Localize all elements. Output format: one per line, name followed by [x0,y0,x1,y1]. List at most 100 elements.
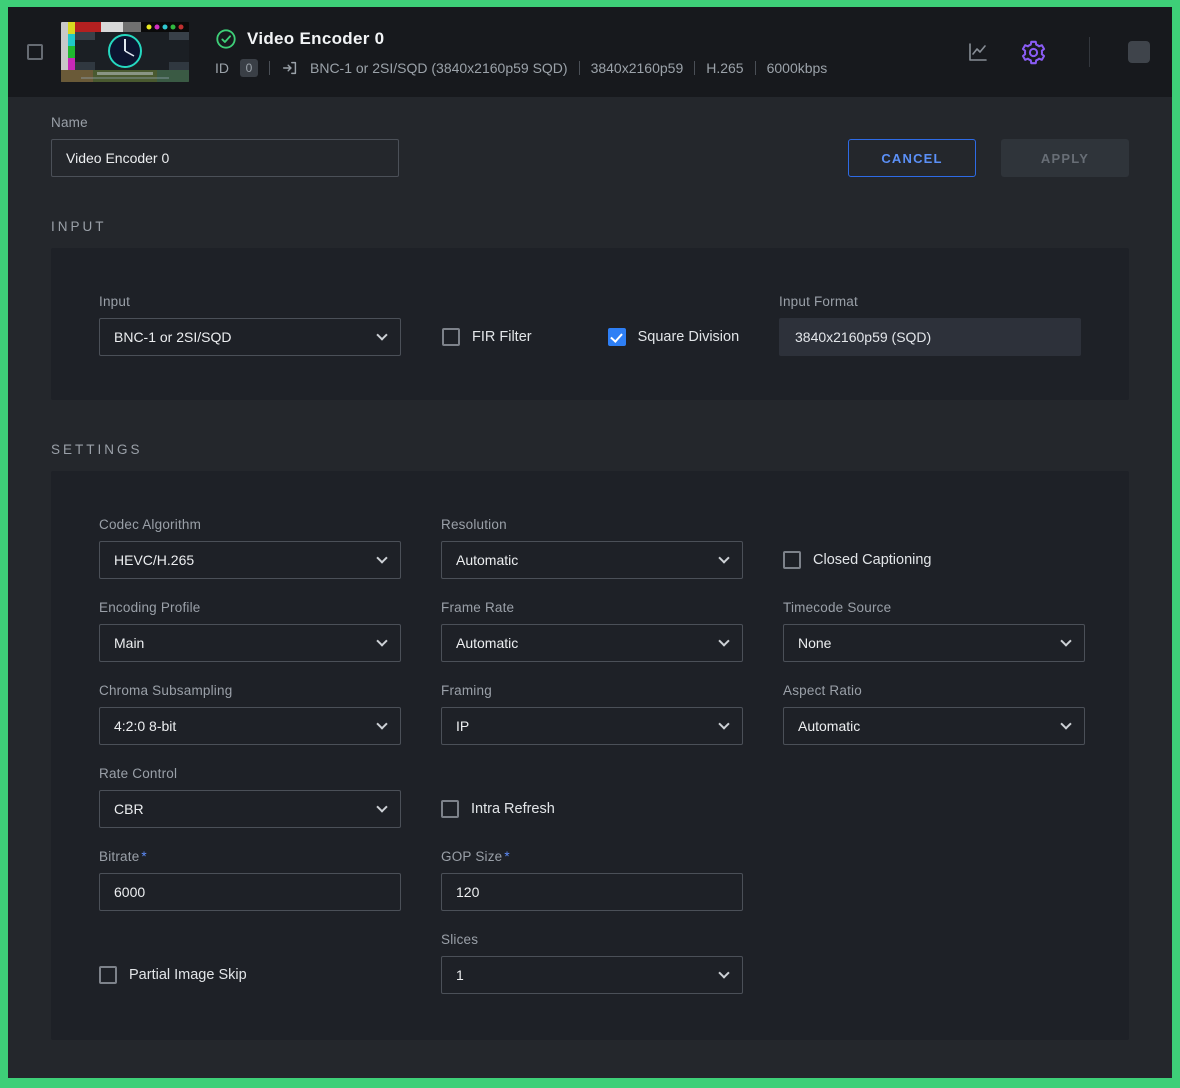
chevron-down-icon [718,967,729,978]
aspect-ratio-select[interactable]: Automatic [783,707,1085,745]
slices-select[interactable]: 1 [441,956,743,994]
encoder-select-checkbox[interactable] [27,44,43,60]
chroma-subsampling-field: Chroma Subsampling 4:2:0 8-bit [99,683,401,745]
header-text-block: Video Encoder 0 ID 0 BNC-1 or 2SI/SQD (3… [215,28,827,77]
codec-algorithm-field: Codec Algorithm HEVC/H.265 [99,517,401,579]
square-division-label: Square Division [638,329,740,345]
empty-cell [783,849,1085,911]
header-divider [1089,37,1090,67]
input-format-field: Input Format 3840x2160p59 (SQD) [779,294,1081,356]
name-label: Name [51,115,399,130]
meta-separator [269,61,270,75]
fir-filter-checkbox[interactable] [442,328,460,346]
partial-image-skip-checkbox[interactable] [99,966,117,984]
frame-rate-field: Frame Rate Automatic [441,600,743,662]
chevron-down-icon [718,635,729,646]
meta-separator [755,61,756,75]
aspect-ratio-field: Aspect Ratio Automatic [783,683,1085,745]
name-row: Name CANCEL APPLY [51,115,1129,177]
codec-algorithm-select[interactable]: HEVC/H.265 [99,541,401,579]
chevron-down-icon [376,552,387,563]
intra-refresh-checkbox-group[interactable]: Intra Refresh [441,800,743,828]
chevron-down-icon [376,635,387,646]
input-select[interactable]: BNC-1 or 2SI/SQD [99,318,401,356]
input-field: Input BNC-1 or 2SI/SQD [99,294,401,356]
action-buttons: CANCEL APPLY [848,139,1129,177]
required-mark: * [504,849,509,864]
timecode-source-field: Timecode Source None [783,600,1085,662]
chevron-down-icon [718,552,729,563]
chevron-down-icon [376,718,387,729]
square-division-checkbox-group[interactable]: Square Division [608,328,740,356]
bitrate-input[interactable] [99,873,401,911]
id-badge: 0 [240,59,258,77]
closed-captioning-checkbox-group[interactable]: Closed Captioning [783,551,1085,579]
gop-size-field: GOP Size* [441,849,743,911]
encoder-meta-row: ID 0 BNC-1 or 2SI/SQD (3840x2160p59 SQD)… [215,59,827,77]
meta-separator [579,61,580,75]
name-input[interactable] [51,139,399,177]
meta-bitrate: 6000kbps [767,60,828,76]
rate-control-field: Rate Control CBR [99,766,401,828]
chevron-down-icon [718,718,729,729]
cancel-button[interactable]: CANCEL [848,139,976,177]
name-field: Name [51,115,399,177]
framing-field: Framing IP [441,683,743,745]
slices-field: Slices 1 [441,932,743,994]
gop-size-input[interactable] [441,873,743,911]
gear-icon[interactable] [1020,39,1047,66]
page-frame: Video Encoder 0 ID 0 BNC-1 or 2SI/SQD (3… [0,0,1180,1088]
frame-rate-select[interactable]: Automatic [441,624,743,662]
settings-content: Name CANCEL APPLY INPUT Input BNC-1 or 2… [8,97,1172,1078]
encoding-profile-field: Encoding Profile Main [99,600,401,662]
encoder-panel: Video Encoder 0 ID 0 BNC-1 or 2SI/SQD (3… [8,7,1172,1078]
empty-cell [783,932,1085,994]
empty-cell [783,766,1085,828]
bitrate-field: Bitrate* [99,849,401,911]
timecode-source-select[interactable]: None [783,624,1085,662]
square-button[interactable] [1128,41,1150,63]
chevron-down-icon [1060,635,1071,646]
resolution-field: Resolution Automatic [441,517,743,579]
square-division-checkbox[interactable] [608,328,626,346]
meta-codec: H.265 [706,60,743,76]
input-label: Input [99,294,401,309]
input-arrow-icon [281,59,299,77]
closed-captioning-checkbox[interactable] [783,551,801,569]
page-title: Video Encoder 0 [247,29,384,49]
meta-separator [694,61,695,75]
fir-filter-checkbox-group[interactable]: FIR Filter [442,328,532,356]
chroma-subsampling-select[interactable]: 4:2:0 8-bit [99,707,401,745]
rate-control-select[interactable]: CBR [99,790,401,828]
bitrate-label: Bitrate [99,849,139,864]
partial-image-skip-checkbox-group[interactable]: Partial Image Skip [99,966,401,994]
partial-image-skip-label: Partial Image Skip [129,967,247,983]
apply-button[interactable]: APPLY [1001,139,1129,177]
id-label: ID [215,60,229,76]
framing-select[interactable]: IP [441,707,743,745]
intra-refresh-label: Intra Refresh [471,801,555,817]
chevron-down-icon [376,329,387,340]
meta-resolution: 3840x2160p59 [591,60,684,76]
chevron-down-icon [376,801,387,812]
settings-section-title: SETTINGS [51,442,1129,457]
input-section-title: INPUT [51,219,1129,234]
preview-thumbnail [61,22,189,82]
chevron-down-icon [1060,718,1071,729]
meta-input-summary: BNC-1 or 2SI/SQD (3840x2160p59 SQD) [310,60,568,76]
line-chart-icon[interactable] [966,40,990,64]
input-format-label: Input Format [779,294,1081,309]
gop-size-label: GOP Size [441,849,502,864]
intra-refresh-checkbox[interactable] [441,800,459,818]
resolution-select[interactable]: Automatic [441,541,743,579]
encoder-header: Video Encoder 0 ID 0 BNC-1 or 2SI/SQD (3… [8,7,1172,97]
fir-filter-label: FIR Filter [472,329,532,345]
encoding-profile-select[interactable]: Main [99,624,401,662]
input-panel: Input BNC-1 or 2SI/SQD FIR Filter Square… [51,248,1129,400]
closed-captioning-label: Closed Captioning [813,552,932,568]
input-format-value: 3840x2160p59 (SQD) [779,318,1081,356]
required-mark: * [141,849,146,864]
header-actions [966,37,1150,67]
check-circle-icon [215,28,237,50]
settings-panel: Codec Algorithm HEVC/H.265 Resolution Au… [51,471,1129,1040]
